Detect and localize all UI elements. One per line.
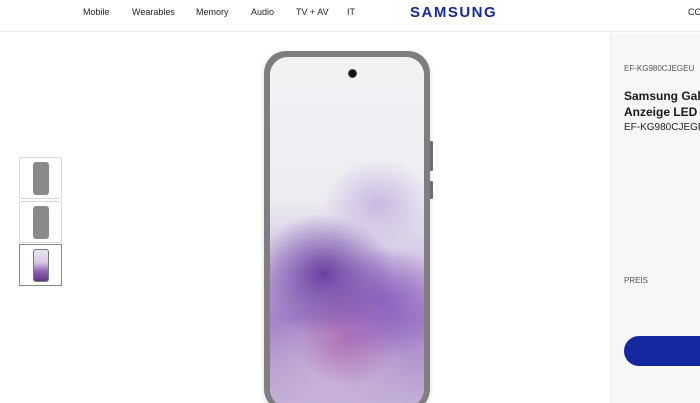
thumbnail-3-selected[interactable] — [19, 244, 62, 286]
product-sku: EF-KG980CJEGE — [624, 122, 700, 133]
side-button — [430, 141, 433, 171]
nav-item-memory[interactable]: Memory — [196, 7, 251, 17]
product-title-line-2: Anzeige LED — [624, 105, 698, 119]
thumbnail-2[interactable] — [19, 201, 62, 243]
phone-screen-thumbnail-image — [33, 249, 49, 282]
nav-item-tv-av[interactable]: TV + AV — [296, 7, 347, 17]
buy-button[interactable] — [624, 336, 700, 366]
main-nav: Mobile Wearables Memory Audio TV + AV IT — [70, 7, 387, 17]
nav-item-mobile[interactable]: Mobile — [70, 7, 132, 17]
wallpaper-image — [270, 57, 424, 403]
product-sku-small: EF-KG980CJEGEU — [624, 64, 695, 73]
site-header: Mobile Wearables Memory Audio TV + AV IT… — [0, 0, 700, 32]
phone-case-thumbnail-image — [33, 162, 49, 195]
nav-item-it[interactable]: IT — [347, 7, 387, 17]
phone-case-thumbnail-image — [33, 206, 49, 239]
product-info-panel: EF-KG980CJEGEU Samsung Gal Anzeige LED E… — [610, 33, 700, 403]
price-label: PREIS — [624, 276, 649, 285]
samsung-logo[interactable]: SAMSUNG — [410, 4, 497, 21]
product-title-line-1: Samsung Gal — [624, 89, 700, 103]
phone-screen — [270, 57, 424, 403]
thumbnail-1[interactable] — [19, 157, 62, 199]
product-image-phone-case — [264, 51, 433, 403]
side-button — [430, 181, 433, 199]
product-title: Samsung Gal Anzeige LED — [624, 88, 700, 120]
header-right-link[interactable]: CO — [688, 7, 700, 17]
nav-item-wearables[interactable]: Wearables — [132, 7, 196, 17]
front-camera-hole — [348, 69, 357, 78]
nav-item-audio[interactable]: Audio — [251, 7, 296, 17]
